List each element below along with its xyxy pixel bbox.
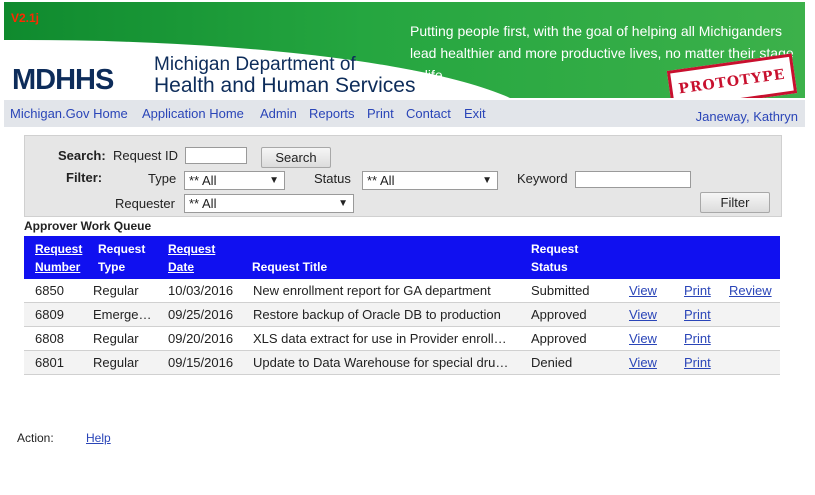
- request-number: 6801: [35, 355, 64, 370]
- request-type: Regular: [93, 331, 139, 346]
- header-request-status-line1: Request: [531, 242, 579, 256]
- review-link[interactable]: Review: [729, 283, 772, 298]
- nav-contact[interactable]: Contact: [406, 106, 451, 121]
- queue-title: Approver Work Queue: [24, 219, 152, 233]
- department-name: Michigan Department of Health and Human …: [154, 54, 415, 96]
- nav-application-home[interactable]: Application Home: [142, 106, 244, 121]
- header-request-number-line1: Request: [35, 242, 83, 256]
- request-status: Approved: [531, 331, 587, 346]
- header-request-status-line2: Status: [531, 260, 568, 274]
- version-label: V2.1j: [11, 11, 40, 25]
- request-title: Restore backup of Oracle DB to productio…: [253, 307, 501, 322]
- request-status: Submitted: [531, 283, 590, 298]
- view-link[interactable]: View: [629, 355, 657, 370]
- view-link[interactable]: View: [629, 331, 657, 346]
- request-id-label: Request ID: [113, 148, 179, 163]
- mdhhs-logo: MDHHS: [12, 64, 114, 96]
- request-title: New enrollment report for GA department: [253, 283, 491, 298]
- request-date: 09/20/2016: [168, 331, 234, 346]
- dropdown-arrow-icon: ▼: [338, 198, 348, 209]
- request-id-input[interactable]: [185, 147, 247, 164]
- nav-print[interactable]: Print: [367, 106, 394, 121]
- header-request-date-line2: Date: [168, 260, 195, 274]
- nav-michigan-gov-home[interactable]: Michigan.Gov Home: [10, 106, 128, 121]
- header-request-type: Request Type: [98, 240, 145, 276]
- dropdown-arrow-icon: ▼: [482, 175, 492, 186]
- status-label: Status: [314, 171, 351, 186]
- request-date: 10/03/2016: [168, 283, 234, 298]
- type-select[interactable]: ** All ▼: [184, 171, 285, 190]
- request-type: Emerge…: [93, 307, 151, 322]
- keyword-label: Keyword: [517, 171, 568, 186]
- print-link[interactable]: Print: [684, 331, 711, 346]
- print-link[interactable]: Print: [684, 283, 711, 298]
- filter-button[interactable]: Filter: [700, 192, 770, 213]
- type-label: Type: [148, 171, 177, 186]
- header-request-date-line1: Request: [168, 242, 216, 256]
- header-request-type-line2: Type: [98, 260, 126, 274]
- table-row: 6809 Emerge… 09/25/2016 Restore backup o…: [24, 303, 780, 327]
- requester-select-value: ** All: [189, 196, 217, 211]
- nav-reports[interactable]: Reports: [309, 106, 355, 121]
- nav-admin[interactable]: Admin: [260, 106, 297, 121]
- request-date: 09/15/2016: [168, 355, 234, 370]
- search-label: Search:: [58, 148, 106, 163]
- help-link[interactable]: Help: [86, 431, 111, 445]
- search-button[interactable]: Search: [261, 147, 331, 168]
- current-user: Janeway, Kathryn: [695, 109, 798, 124]
- status-select[interactable]: ** All ▼: [362, 171, 498, 190]
- request-status: Approved: [531, 307, 587, 322]
- request-type: Regular: [93, 283, 139, 298]
- request-type: Regular: [93, 355, 139, 370]
- department-line-2: Health and Human Services: [154, 74, 416, 97]
- requester-select[interactable]: ** All ▼: [184, 194, 354, 213]
- table-row: 6801 Regular 09/15/2016 Update to Data W…: [24, 351, 780, 375]
- header-request-type-line1: Request: [98, 242, 146, 256]
- request-number: 6850: [35, 283, 64, 298]
- view-link[interactable]: View: [629, 283, 657, 298]
- request-status: Denied: [531, 355, 573, 370]
- status-select-value: ** All: [367, 173, 395, 188]
- action-label: Action:: [17, 431, 54, 445]
- header-request-title: Request Title: [252, 260, 328, 274]
- view-link[interactable]: View: [629, 307, 657, 322]
- request-date: 09/25/2016: [168, 307, 234, 322]
- keyword-input[interactable]: [575, 171, 691, 188]
- top-nav: Michigan.Gov Home Application Home Admin…: [4, 100, 805, 127]
- request-number: 6808: [35, 331, 64, 346]
- search-filter-panel: Search: Request ID Search Filter: Type *…: [24, 135, 782, 217]
- filter-label: Filter:: [66, 170, 103, 185]
- type-select-value: ** All: [189, 173, 217, 188]
- requester-label: Requester: [115, 196, 175, 211]
- table-row: 6850 Regular 10/03/2016 New enrollment r…: [24, 279, 780, 303]
- table-header: Request Number Request Type Request Date…: [24, 236, 780, 279]
- request-title: XLS data extract for use in Provider enr…: [253, 331, 507, 346]
- table-row: 6808 Regular 09/20/2016 XLS data extract…: [24, 327, 780, 351]
- header-request-number[interactable]: Request Number: [35, 240, 82, 276]
- header-request-number-line2: Number: [35, 260, 81, 274]
- request-title: Update to Data Warehouse for special dru…: [253, 355, 509, 370]
- print-link[interactable]: Print: [684, 307, 711, 322]
- request-number: 6809: [35, 307, 64, 322]
- department-line-1: Michigan Department of: [154, 54, 356, 75]
- nav-exit[interactable]: Exit: [464, 106, 486, 121]
- header-request-status: Request Status: [531, 240, 578, 276]
- dropdown-arrow-icon: ▼: [269, 175, 279, 186]
- print-link[interactable]: Print: [684, 355, 711, 370]
- header-banner: V2.1j Putting people first, with the goa…: [4, 2, 805, 98]
- header-request-date[interactable]: Request Date: [168, 240, 215, 276]
- work-queue-table: Request Number Request Type Request Date…: [24, 236, 780, 375]
